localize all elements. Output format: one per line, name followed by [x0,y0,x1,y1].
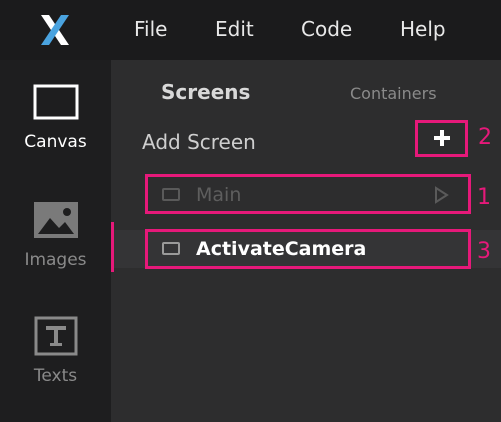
annotation-box-add [415,120,468,157]
tab-containers[interactable]: Containers [350,82,437,106]
annotation-number: 1 [477,185,491,210]
annotation-number: 3 [477,239,491,264]
sidebar-item-texts[interactable]: Texts [0,296,111,406]
image-icon [32,200,80,244]
canvas-icon [33,84,79,124]
annotation-box-main [145,174,471,214]
add-screen-label: Add Screen [142,130,256,154]
menu-help[interactable]: Help [400,17,446,41]
sidebar-item-images[interactable]: Images [0,178,111,288]
sidebar-item-canvas[interactable]: Canvas [0,60,111,170]
left-sidebar: Canvas Images Texts [0,60,111,422]
top-menu-bar: File Edit Code Help [0,0,501,60]
sidebar-item-label: Texts [33,366,78,386]
tab-screens[interactable]: Screens [161,80,250,104]
sidebar-item-label: Canvas [24,132,87,152]
app-logo-icon [0,0,110,60]
menu-edit[interactable]: Edit [215,17,254,41]
selected-row-marker [111,222,114,272]
sidebar-item-label: Images [24,250,87,270]
annotation-number: 2 [478,125,492,150]
text-icon [34,316,78,360]
menu-code[interactable]: Code [301,17,352,41]
annotation-box-activate-camera [145,229,471,269]
menu-file[interactable]: File [134,17,167,41]
